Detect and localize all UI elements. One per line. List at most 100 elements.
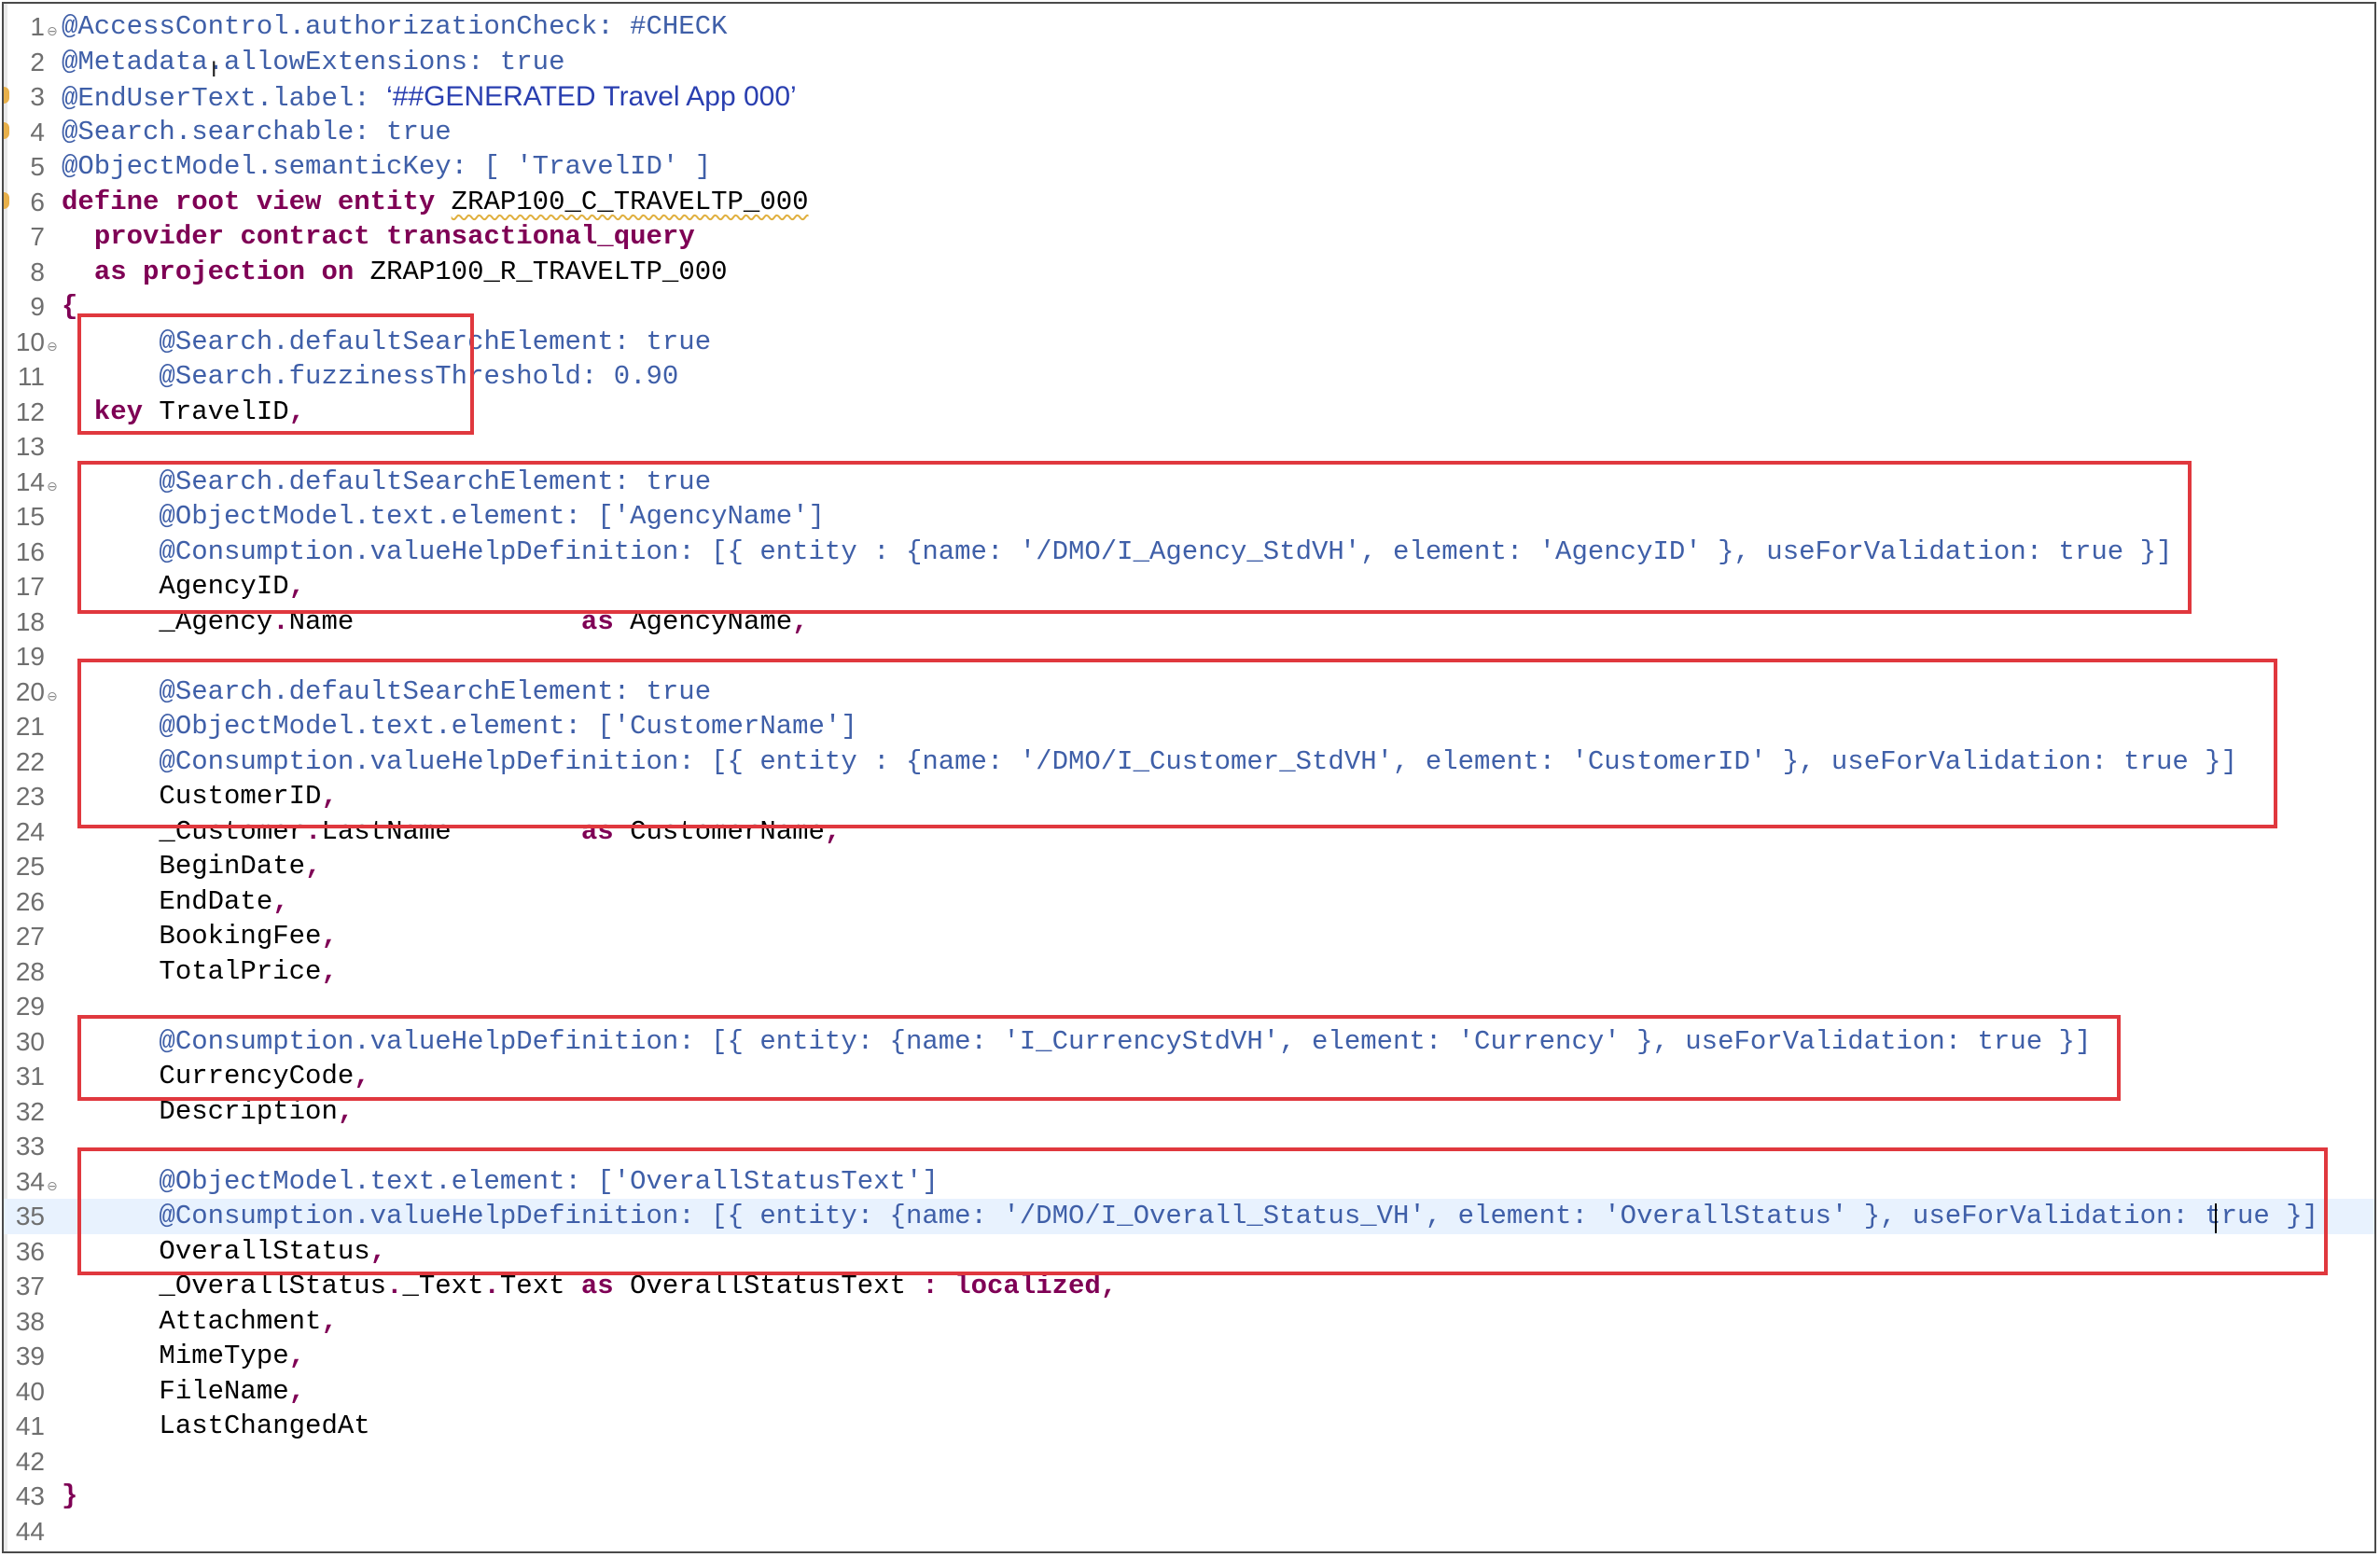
- code-token: @Search.defaultSearchElement: true: [62, 675, 712, 707]
- code-line-26[interactable]: 26 EndDate,: [4, 884, 2374, 920]
- code-line-1[interactable]: 1 ⊖ @AccessControl.authorizationCheck: #CH…: [4, 9, 2374, 45]
- code-token: @ObjectModel.text.element: ['AgencyName'…: [62, 501, 825, 532]
- code-line-24[interactable]: 24 _Customer.LastName as CustomerName,: [4, 814, 2374, 850]
- code-token: ,: [321, 921, 338, 952]
- code-text: @ObjectModel.text.element: ['CustomerNam…: [62, 709, 856, 744]
- code-line-7[interactable]: 7 provider contract transactional_query: [4, 219, 2374, 255]
- code-text: OverallStatus,: [62, 1234, 386, 1270]
- code-line-39[interactable]: 39 MimeType,: [4, 1339, 2374, 1374]
- code-token: BookingFee: [62, 921, 322, 952]
- code-line-29[interactable]: 29: [4, 989, 2374, 1024]
- line-number: 22: [15, 746, 45, 776]
- line-number: 31: [15, 1062, 45, 1091]
- code-line-21[interactable]: 21 @ObjectModel.text.element: ['Customer…: [4, 709, 2374, 744]
- code-line-22[interactable]: 22 @Consumption.valueHelpDefinition: [{ …: [4, 744, 2374, 780]
- code-line-16[interactable]: 16 @Consumption.valueHelpDefinition: [{ …: [4, 535, 2374, 570]
- code-token: @Consumption.valueHelpDefinition: [{ ent…: [62, 535, 2173, 567]
- code-line-18[interactable]: 18 _Agency.Name as AgencyName,: [4, 605, 2374, 640]
- code-line-35[interactable]: 35 @Consumption.valueHelpDefinition: [{ …: [4, 1199, 2374, 1234]
- code-line-19[interactable]: 19: [4, 639, 2374, 674]
- code-editor[interactable]: 1 ⊖ @AccessControl.authorizationCheck: #CH…: [2, 2, 2376, 1553]
- code-line-41[interactable]: 41 LastChangedAt: [4, 1409, 2374, 1444]
- line-number: 10: [15, 327, 45, 356]
- code-text: TotalPrice,: [62, 954, 337, 990]
- code-line-6[interactable]: 6 define root view entity ZRAP100_C_TRAVE…: [4, 185, 2374, 220]
- code-token: @Search.searchable: true: [62, 116, 452, 147]
- code-line-10[interactable]: 10 ⊖ @Search.defaultSearchElement: true: [4, 325, 2374, 360]
- code-line-8[interactable]: 8 as projection on ZRAP100_R_TRAVELTP_00…: [4, 255, 2374, 290]
- code-line-33[interactable]: 33: [4, 1129, 2374, 1164]
- code-text: provider contract transactional_query: [62, 219, 695, 255]
- code-text: @ObjectModel.text.element: ['AgencyName'…: [62, 499, 825, 535]
- code-token: Attachment: [62, 1305, 322, 1337]
- code-line-34[interactable]: 34 ⊖ @ObjectModel.text.element: ['Overall…: [4, 1164, 2374, 1200]
- code-line-42[interactable]: 42: [4, 1444, 2374, 1480]
- code-token: provider contract transactional_query: [93, 221, 695, 252]
- code-line-30[interactable]: 30 @Consumption.valueHelpDefinition: [{ …: [4, 1024, 2374, 1060]
- code-line-5[interactable]: 5 @ObjectModel.semanticKey: [ 'TravelID' …: [4, 149, 2374, 185]
- code-token: ,: [272, 885, 289, 917]
- code-line-13[interactable]: 13: [4, 429, 2374, 465]
- code-text: BeginDate,: [62, 849, 321, 884]
- code-line-17[interactable]: 17 AgencyID,: [4, 569, 2374, 605]
- code-token: .: [483, 1271, 500, 1301]
- line-number: 5: [30, 152, 45, 181]
- line-number: 4: [30, 117, 45, 146]
- code-token: OverallStatus: [62, 1235, 370, 1267]
- code-text: @Consumption.valueHelpDefinition: [{ ent…: [62, 1199, 2318, 1234]
- code-text: as projection on ZRAP100_R_TRAVELTP_000: [62, 255, 728, 290]
- code-line-14[interactable]: 14 ⊖ @Search.defaultSearchElement: true: [4, 465, 2374, 500]
- code-line-36[interactable]: 36 OverallStatus,: [4, 1234, 2374, 1270]
- code-line-43[interactable]: 43}: [4, 1479, 2374, 1514]
- warning-marker-icon[interactable]: [4, 87, 9, 104]
- code-text: MimeType,: [62, 1339, 305, 1374]
- line-number: 23: [15, 782, 45, 811]
- code-token: FileName: [62, 1375, 289, 1407]
- code-line-20[interactable]: 20 ⊖ @Search.defaultSearchElement: true: [4, 674, 2374, 710]
- line-number: 12: [15, 396, 45, 426]
- code-token: define root view entity: [62, 186, 452, 217]
- line-number: 24: [15, 816, 45, 846]
- code-token: .: [305, 815, 322, 847]
- code-line-31[interactable]: 31 CurrencyCode,: [4, 1059, 2374, 1094]
- code-token: ZRAP100_R_TRAVELTP_000: [369, 256, 728, 287]
- code-token: ,: [369, 1235, 387, 1267]
- code-token: ,: [321, 781, 338, 812]
- code-line-38[interactable]: 38 Attachment,: [4, 1304, 2374, 1340]
- code-line-2[interactable]: 2 @Metadata.allowExtensions: true: [4, 45, 2374, 80]
- line-number: 25: [15, 852, 45, 881]
- line-number: 40: [15, 1376, 45, 1406]
- code-line-28[interactable]: 28 TotalPrice,: [4, 954, 2374, 990]
- code-line-25[interactable]: 25 BeginDate,: [4, 849, 2374, 884]
- code-line-27[interactable]: 27 BookingFee,: [4, 919, 2374, 954]
- code-token: ,: [305, 851, 322, 882]
- line-number: 1: [30, 12, 45, 41]
- line-number: 28: [15, 956, 45, 986]
- code-token: ,: [337, 1095, 355, 1127]
- warning-marker-icon[interactable]: [4, 191, 9, 209]
- code-line-15[interactable]: 15 @ObjectModel.text.element: ['AgencyNa…: [4, 499, 2374, 535]
- code-token: _Agency: [62, 605, 273, 637]
- line-number: 19: [15, 642, 45, 671]
- code-token: as: [580, 605, 631, 637]
- code-token: @Consumption.valueHelpDefinition: [{ ent…: [62, 1025, 2092, 1057]
- code-line-44[interactable]: 44: [4, 1514, 2374, 1550]
- code-line-40[interactable]: 40 FileName,: [4, 1374, 2374, 1410]
- code-line-9[interactable]: 9{: [4, 289, 2374, 325]
- code-token: as projection on: [93, 256, 370, 287]
- code-line-37[interactable]: 37 _OverallStatus._Text.Text as OverallS…: [4, 1269, 2374, 1304]
- line-number: 8: [30, 257, 45, 286]
- code-text: @Consumption.valueHelpDefinition: [{ ent…: [62, 744, 2237, 780]
- code-line-4[interactable]: 4 @Search.searchable: true: [4, 115, 2374, 150]
- code-line-12[interactable]: 12 key TravelID,: [4, 395, 2374, 430]
- code-line-11[interactable]: 11 @Search.fuzzinessThreshold: 0.90: [4, 359, 2374, 395]
- warning-marker-icon[interactable]: [4, 121, 9, 139]
- code-token: @ObjectModel.semanticKey: [ 'TravelID' ]: [62, 151, 712, 182]
- code-token: @Search.defaultSearchElement: true: [62, 466, 712, 497]
- code-line-32[interactable]: 32 Description,: [4, 1094, 2374, 1130]
- code-line-23[interactable]: 23 CustomerID,: [4, 779, 2374, 814]
- code-line-3[interactable]: 3 @EndUserText.label: ‘##GENERATED Travel…: [4, 79, 2374, 115]
- line-number: 17: [15, 572, 45, 601]
- code-token: }: [62, 1481, 78, 1511]
- code-token: @AccessControl.authorizationCheck: #CHEC…: [62, 11, 728, 42]
